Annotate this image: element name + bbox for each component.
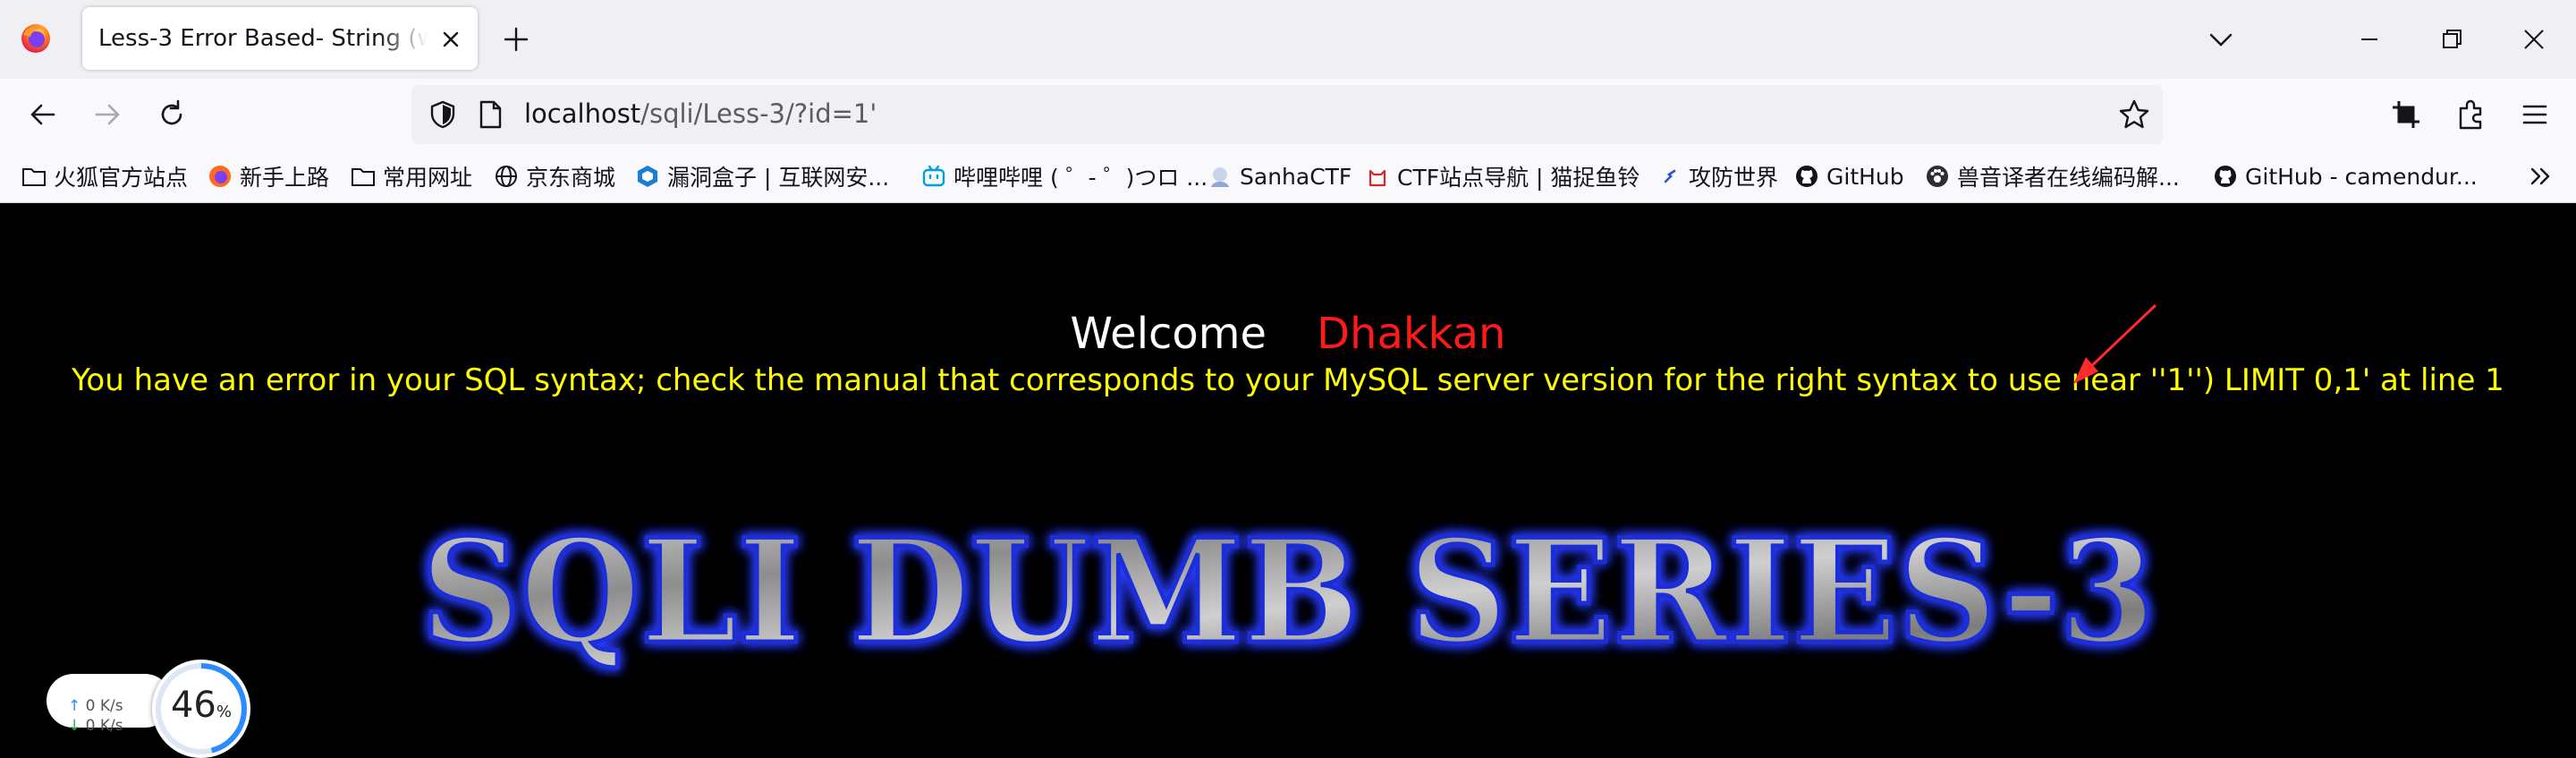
new-tab-icon[interactable]: [501, 24, 531, 55]
bookmark-label: 京东商城: [526, 165, 616, 191]
close-window-icon[interactable]: [2519, 24, 2549, 55]
menu-hamburger-icon[interactable]: [2517, 97, 2553, 132]
bookmark-folder-firefox-official[interactable]: 火狐官方站点: [21, 159, 188, 193]
bookmark-github-camendur[interactable]: GitHub - camendur...: [2213, 159, 2478, 193]
network-speed-widget[interactable]: ↑ 0 K/s ↓ 0 K/s 46%: [47, 660, 252, 758]
banner-text: SQLI DUMB SERIES-3: [420, 516, 2156, 676]
more-bookmarks-chevron-icon[interactable]: [2526, 161, 2556, 192]
bookmark-sanhactf[interactable]: SanhaCTF: [1208, 159, 1352, 193]
bookmark-jd[interactable]: 京东商城: [494, 159, 615, 193]
bookmark-label: CTF站点导航 | 猫捉鱼铃: [1397, 165, 1640, 191]
bookmark-beast-translator[interactable]: 兽音译者在线编码解...: [1925, 159, 2180, 193]
bookmarks-toolbar: 火狐官方站点 新手上路 常用网址 京东商城 漏洞盒子 | 互联网安... 哔哩哔…: [0, 150, 2576, 203]
bookmark-label: SanhaCTF: [1240, 163, 1352, 190]
github-icon: [1796, 166, 1818, 187]
folder-icon: [22, 168, 46, 186]
bookmark-github[interactable]: GitHub: [1794, 159, 1904, 193]
bookmark-ctf-nav[interactable]: CTF站点导航 | 猫捉鱼铃: [1365, 159, 1640, 193]
bookmark-label: 攻防世界: [1689, 165, 1779, 191]
anime-icon: [1211, 167, 1229, 187]
url-path: /sqli/Less-3/?id=1': [640, 98, 877, 129]
bookmark-bilibili[interactable]: 哔哩哔哩 ( ゜- ゜)つロ ...: [921, 159, 1208, 193]
annotation-arrow: [2073, 303, 2157, 384]
active-tab[interactable]: Less-3 Error Based- String (with Twist): [82, 7, 478, 70]
back-icon[interactable]: [25, 97, 61, 132]
welcome-line: Welcome Dhakkan: [0, 309, 2576, 359]
sqli-dumb-series-banner: SQLI DUMB SERIES-3: [419, 516, 2158, 677]
globe-icon: [496, 166, 517, 187]
navigation-bar: localhost/sqli/Less-3/?id=1': [0, 79, 2576, 150]
address-bar[interactable]: localhost/sqli/Less-3/?id=1': [411, 85, 2163, 144]
bookmark-label: 漏洞盒子 | 互联网安...: [667, 165, 890, 191]
usage-percent: 46%: [170, 685, 232, 726]
sql-error-message: You have an error in your SQL syntax; ch…: [72, 362, 2504, 398]
tab-list-chevron-icon[interactable]: [2206, 24, 2236, 55]
hexagon-icon: [638, 166, 657, 187]
bookmark-vulbox[interactable]: 漏洞盒子 | 互联网安...: [635, 159, 889, 193]
tab-title: Less-3 Error Based- String (with Twist): [98, 25, 428, 52]
usage-gauge: 46%: [152, 660, 250, 758]
screenshot-crop-icon[interactable]: [2388, 97, 2424, 132]
folder-icon: [352, 168, 375, 186]
restore-icon[interactable]: [2436, 24, 2467, 55]
paw-icon: [1927, 166, 1948, 187]
bookmark-label: 哔哩哔哩 ( ゜- ゜)つロ ...: [953, 165, 1208, 191]
username-text: Dhakkan: [1317, 309, 1506, 359]
firefox-icon[interactable]: [20, 22, 52, 55]
bookmark-label: GitHub: [1826, 163, 1904, 190]
bookmark-label: GitHub - camendur...: [2245, 163, 2478, 190]
download-speed: ↓ 0 K/s: [68, 717, 123, 735]
tracking-protection-shield-icon[interactable]: [428, 99, 458, 130]
fire-icon: [1664, 169, 1676, 183]
reload-icon[interactable]: [154, 97, 190, 132]
upload-speed: ↑ 0 K/s: [68, 697, 123, 715]
page-info-icon[interactable]: [476, 99, 504, 130]
url-host: localhost: [524, 98, 641, 129]
forward-icon[interactable]: [89, 97, 125, 132]
extensions-icon[interactable]: [2453, 97, 2488, 132]
bookmark-adworld[interactable]: 攻防世界: [1657, 159, 1778, 193]
welcome-text: Welcome: [1070, 309, 1267, 359]
bookmark-folder-common-sites[interactable]: 常用网址: [351, 159, 472, 193]
firefox-icon: [209, 166, 231, 187]
bookmark-star-icon[interactable]: [2118, 98, 2150, 131]
bookmark-label: 火狐官方站点: [54, 165, 189, 191]
page-content: Welcome Dhakkan You have an error in your…: [0, 203, 2576, 758]
bookmark-getting-started[interactable]: 新手上路: [208, 159, 329, 193]
url-text[interactable]: localhost/sqli/Less-3/?id=1': [524, 98, 877, 129]
tab-bar: Less-3 Error Based- String (with Twist): [0, 0, 2576, 79]
github-icon: [2215, 166, 2236, 187]
cat-icon: [1368, 169, 1386, 187]
bookmark-label: 兽音译者在线编码解...: [1957, 165, 2180, 191]
bilibili-icon: [922, 165, 945, 187]
bookmark-label: 常用网址: [383, 165, 473, 191]
bookmark-label: 新手上路: [240, 165, 330, 191]
close-tab-icon[interactable]: [438, 27, 463, 52]
minimize-icon[interactable]: [2354, 24, 2385, 55]
